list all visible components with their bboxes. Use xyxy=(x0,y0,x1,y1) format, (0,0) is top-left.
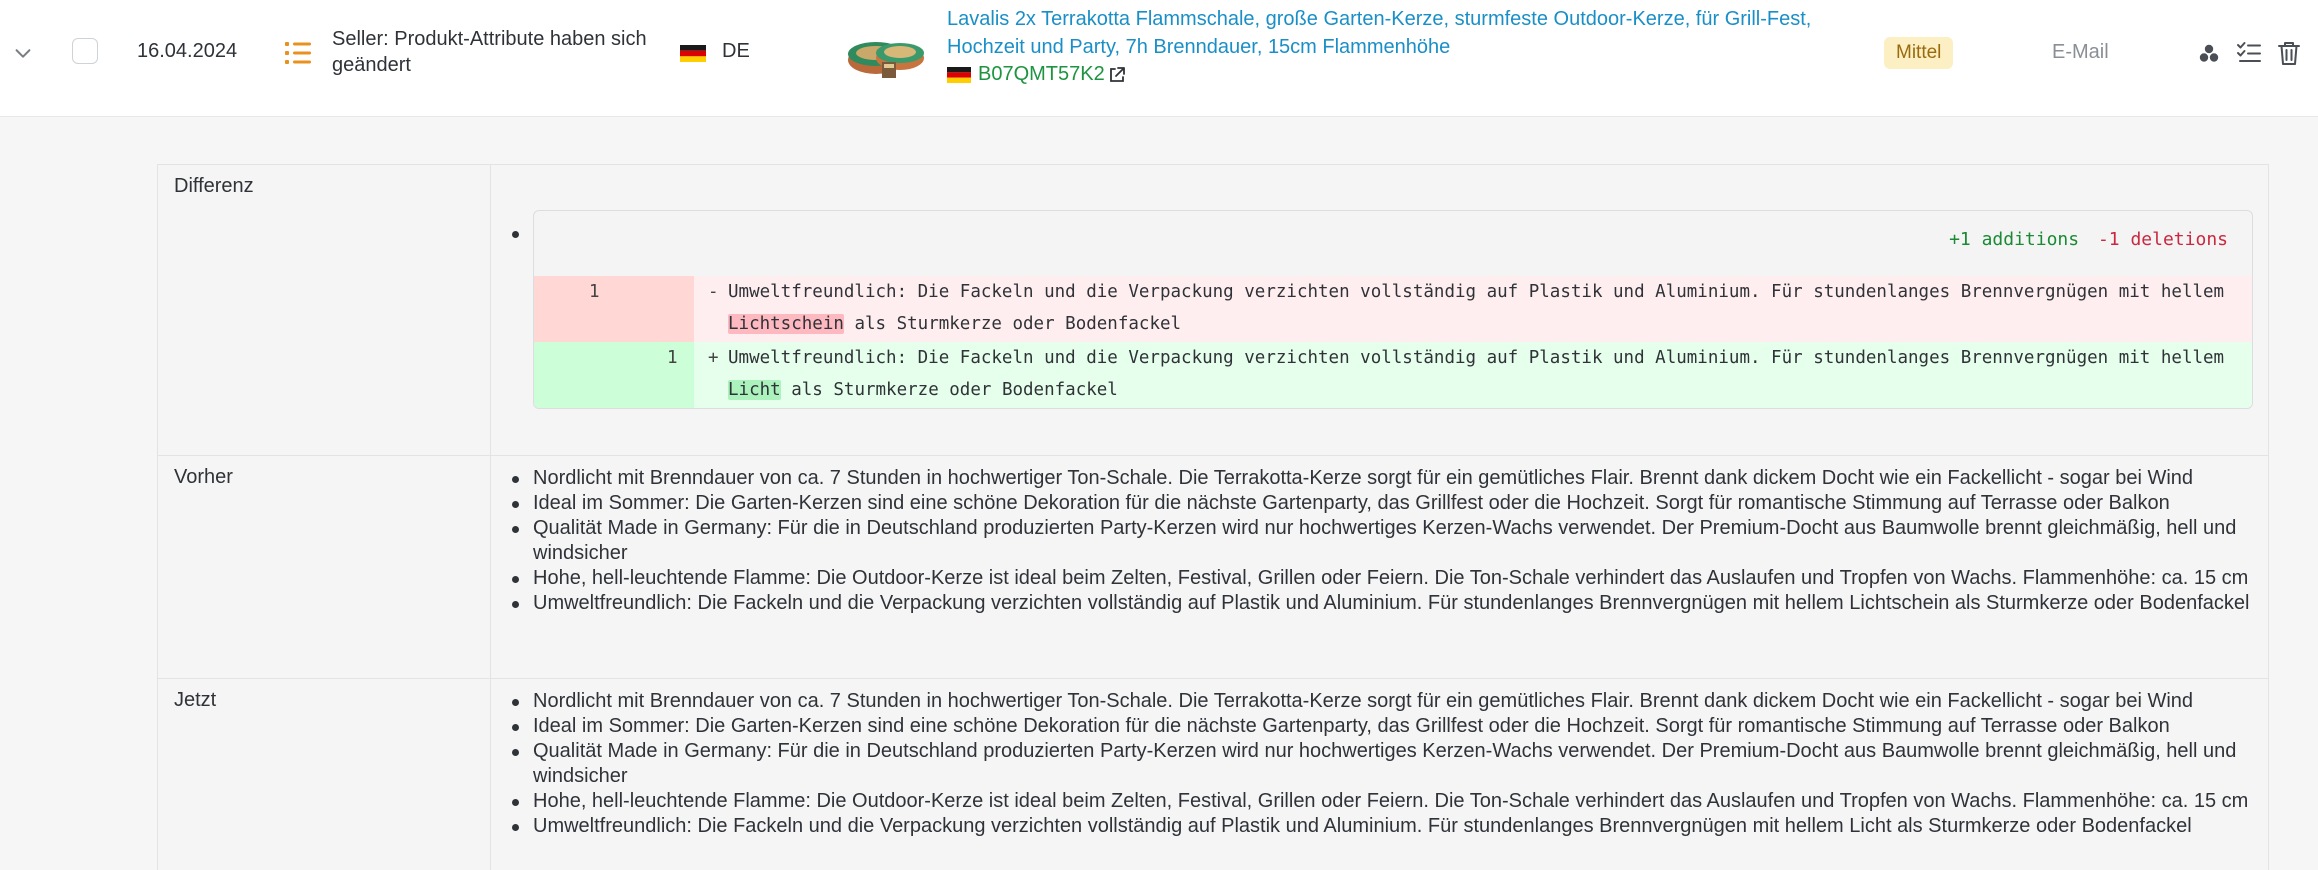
deleted-word: Lichtschein xyxy=(728,314,844,334)
list-item: Ideal im Sommer: Die Garten-Kerzen sind … xyxy=(512,491,2261,516)
flag-de-icon xyxy=(947,67,971,83)
code-text: als Sturmkerze oder Bodenfackel xyxy=(780,380,1118,400)
line-gutter: 1 xyxy=(534,276,694,342)
list-item: Umweltfreundlich: Die Fackeln und die Ve… xyxy=(512,814,2261,839)
list-item: Umweltfreundlich: Die Fackeln und die Ve… xyxy=(512,591,2261,616)
code-text: Umweltfreundlich: Die Fackeln und die Ve… xyxy=(728,348,2225,368)
change-detail-table: Differenz +1 additions -1 deletions 1 - … xyxy=(157,164,2269,870)
trash-icon[interactable] xyxy=(2276,40,2302,66)
list-item: Nordlicht mit Brenndauer von ca. 7 Stund… xyxy=(512,689,2261,714)
bullet xyxy=(512,231,519,238)
additions-count: +1 additions xyxy=(1949,229,2080,250)
diff-sign: - xyxy=(708,282,719,302)
diff-viewer: +1 additions -1 deletions 1 - Umweltfreu… xyxy=(533,210,2253,409)
row-checkbox[interactable] xyxy=(72,38,98,64)
after-label: Jetzt xyxy=(174,689,217,711)
diff-label: Differenz xyxy=(174,175,254,197)
country-code: DE xyxy=(722,40,750,62)
notification-channel: E-Mail xyxy=(2052,41,2109,63)
value-cell: +1 additions -1 deletions 1 - Umweltfreu… xyxy=(492,165,2268,455)
list-icon xyxy=(285,42,311,64)
added-code: Umweltfreundlich: Die Fackeln und die Ve… xyxy=(728,342,2238,406)
value-cell: Nordlicht mit Brenndauer von ca. 7 Stund… xyxy=(492,456,2268,678)
event-description: Seller: Produkt-Attribute haben sich geä… xyxy=(332,28,647,76)
asin-link[interactable]: B07QMT57K2 xyxy=(978,63,1105,86)
checklist-icon[interactable] xyxy=(2236,40,2262,66)
diff-row: Differenz +1 additions -1 deletions 1 - … xyxy=(158,165,2268,456)
line-number: 1 xyxy=(589,282,600,302)
after-bullet-list: Nordlicht mit Brenndauer von ca. 7 Stund… xyxy=(512,689,2261,839)
deletions-count: -1 deletions xyxy=(2097,229,2228,250)
users-icon[interactable] xyxy=(2196,40,2222,66)
list-item: Nordlicht mit Brenndauer von ca. 7 Stund… xyxy=(512,466,2261,491)
deleted-code: Umweltfreundlich: Die Fackeln und die Ve… xyxy=(728,276,2238,340)
label-cell: Differenz xyxy=(158,165,491,455)
diff-stats: +1 additions -1 deletions xyxy=(1949,229,2228,250)
list-item: Hohe, hell-leuchtende Flamme: Die Outdoo… xyxy=(512,566,2261,591)
before-row: Vorher Nordlicht mit Brenndauer von ca. … xyxy=(158,456,2268,679)
diff-sign: + xyxy=(708,348,719,368)
product-title-link[interactable]: Lavalis 2x Terrakotta Flammschale, große… xyxy=(947,5,1847,61)
deleted-line: 1 - Umweltfreundlich: Die Fackeln und di… xyxy=(534,276,2252,342)
code-text: als Sturmkerze oder Bodenfackel xyxy=(843,314,1182,334)
before-bullet-list: Nordlicht mit Brenndauer von ca. 7 Stund… xyxy=(512,466,2261,616)
added-word: Licht xyxy=(728,380,781,400)
value-cell: Nordlicht mit Brenndauer von ca. 7 Stund… xyxy=(492,679,2268,870)
before-label: Vorher xyxy=(174,466,233,488)
list-item: Ideal im Sommer: Die Garten-Kerzen sind … xyxy=(512,714,2261,739)
list-item: Hohe, hell-leuchtende Flamme: Die Outdoo… xyxy=(512,789,2261,814)
priority-badge: Mittel xyxy=(1884,37,1954,69)
line-number: 1 xyxy=(667,348,678,368)
product-thumbnail[interactable] xyxy=(844,26,928,84)
code-text: Umweltfreundlich: Die Fackeln und die Ve… xyxy=(728,282,2225,302)
external-link-icon[interactable] xyxy=(1108,66,1126,84)
added-line: 1 + Umweltfreundlich: Die Fackeln und di… xyxy=(534,342,2252,408)
after-row: Jetzt Nordlicht mit Brenndauer von ca. 7… xyxy=(158,679,2268,870)
chevron-down-icon[interactable] xyxy=(12,42,34,64)
change-row: 16.04.2024 Seller: Produkt-Attribute hab… xyxy=(0,0,2318,117)
line-gutter: 1 xyxy=(534,342,694,408)
label-cell: Vorher xyxy=(158,456,491,678)
list-item: Qualität Made in Germany: Für die in Deu… xyxy=(512,516,2261,566)
row-date: 16.04.2024 xyxy=(137,40,238,62)
list-item: Qualität Made in Germany: Für die in Deu… xyxy=(512,739,2261,789)
label-cell: Jetzt xyxy=(158,679,491,870)
flag-de-icon xyxy=(680,45,706,62)
